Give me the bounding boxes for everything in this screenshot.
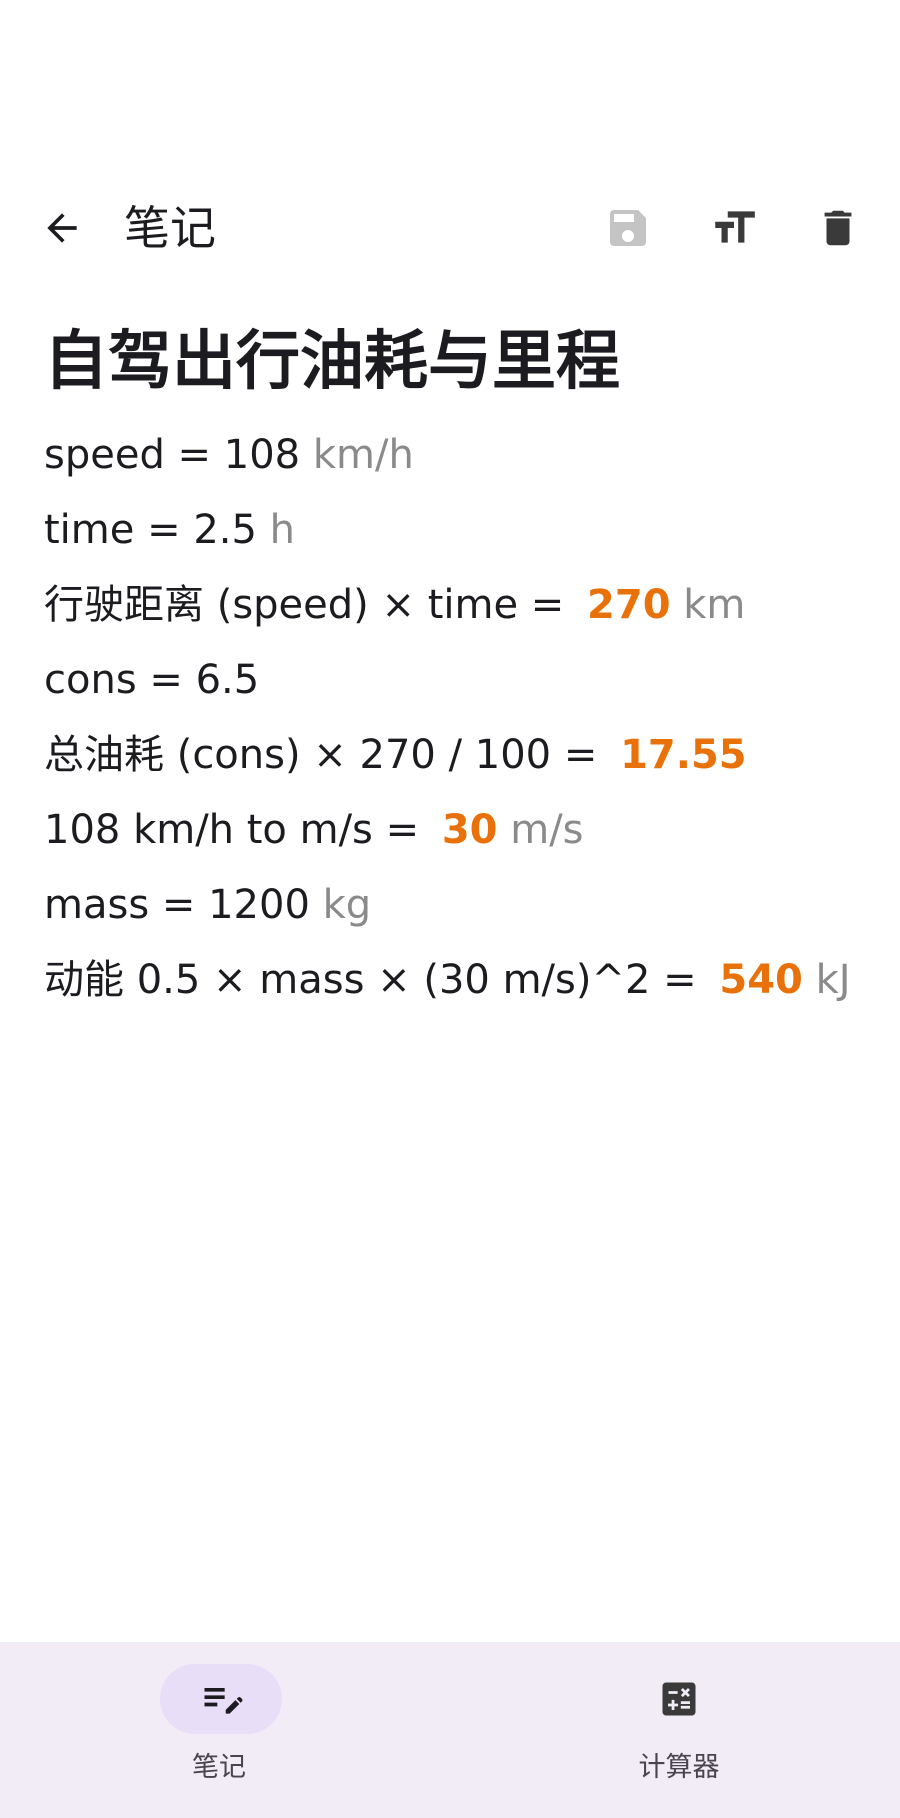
result-value: 540 bbox=[719, 957, 803, 1003]
line-text: mass = 1200 bbox=[44, 882, 323, 928]
delete-button[interactable] bbox=[806, 196, 870, 260]
save-icon bbox=[610, 210, 646, 246]
back-button[interactable] bbox=[30, 196, 94, 260]
note-line[interactable]: 动能 0.5 × mass × (30 m/s)^2 = 540 kJ bbox=[44, 943, 874, 1018]
unit-label: h bbox=[269, 507, 296, 553]
unit-label: km bbox=[670, 582, 746, 628]
note-line[interactable]: cons = 6.5 bbox=[44, 643, 874, 718]
nav-label-notes: 笔记 bbox=[192, 1752, 246, 1783]
unit-label: m/s bbox=[497, 807, 584, 853]
arrow-back-icon bbox=[47, 213, 77, 243]
edit-note-icon bbox=[196, 1674, 246, 1724]
nav-item-notes[interactable]: 笔记 bbox=[0, 1642, 450, 1818]
note-line[interactable]: 行驶距离 (speed) × time = 270 km bbox=[44, 568, 874, 643]
note-line[interactable]: 108 km/h to m/s = 30 m/s bbox=[44, 793, 874, 868]
text-size-button[interactable] bbox=[702, 196, 766, 260]
unit-label: km/h bbox=[312, 432, 414, 478]
unit-label: kg bbox=[322, 882, 372, 928]
note-line[interactable]: time = 2.5 h bbox=[44, 493, 874, 568]
line-text: 行驶距离 (speed) × time = bbox=[44, 582, 578, 628]
result-value: 270 bbox=[587, 582, 671, 628]
unit-label: kJ bbox=[802, 957, 851, 1003]
result-value: 30 bbox=[441, 807, 498, 853]
line-text: 108 km/h to m/s = bbox=[44, 807, 432, 853]
delete-icon bbox=[824, 210, 852, 246]
result-value: 17.55 bbox=[620, 732, 747, 778]
top-app-bar: 笔记 bbox=[0, 180, 900, 276]
note-line[interactable]: mass = 1200 kg bbox=[44, 868, 874, 943]
bottom-navigation: 笔记 计算器 bbox=[0, 1642, 900, 1818]
text-size-icon bbox=[715, 211, 755, 243]
note-line[interactable]: 总油耗 (cons) × 270 / 100 = 17.55 bbox=[44, 718, 874, 793]
save-button[interactable] bbox=[596, 196, 660, 260]
note-line[interactable]: speed = 108 km/h bbox=[44, 418, 874, 493]
line-text: 总油耗 (cons) × 270 / 100 = bbox=[44, 732, 611, 778]
note-title[interactable]: 自驾出行油耗与里程 bbox=[44, 320, 620, 404]
line-text: 动能 0.5 × mass × (30 m/s)^2 = bbox=[44, 957, 710, 1003]
line-text: time = 2.5 bbox=[44, 507, 270, 553]
line-text: cons = 6.5 bbox=[44, 657, 260, 703]
app-title: 笔记 bbox=[124, 201, 216, 255]
calculator-icon bbox=[654, 1674, 704, 1724]
nav-label-calculator: 计算器 bbox=[638, 1752, 720, 1783]
note-body[interactable]: speed = 108 km/h time = 2.5 h 行驶距离 (spee… bbox=[44, 418, 874, 1018]
line-text: speed = 108 bbox=[44, 432, 313, 478]
nav-item-calculator[interactable]: 计算器 bbox=[450, 1642, 900, 1818]
